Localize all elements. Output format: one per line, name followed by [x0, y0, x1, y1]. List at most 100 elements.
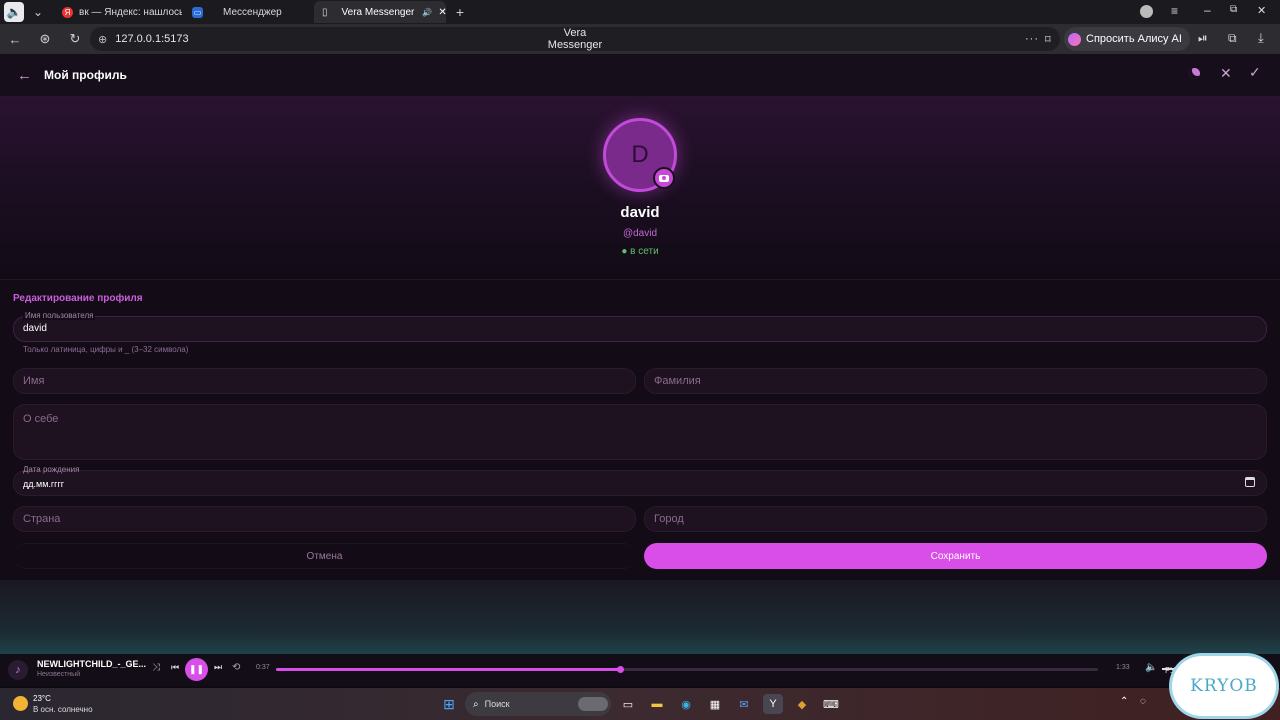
username-value: david [23, 323, 47, 334]
tray-chevron-icon[interactable]: ⌃ [1120, 696, 1128, 707]
cancel-label: Отмена [306, 550, 343, 562]
last-name-field[interactable]: Фамилия [644, 368, 1267, 394]
section-title: Редактирование профиля [13, 293, 143, 304]
search-icon: ⌕ [473, 698, 479, 710]
start-icon[interactable]: ⊞ [439, 694, 459, 714]
store-icon[interactable]: ▦ [705, 694, 725, 714]
tabs-dropdown-icon[interactable]: ⌄ [28, 2, 48, 22]
background-gradient [0, 580, 1280, 654]
alice-label: Спросить Алису AI [1086, 33, 1182, 45]
about-field[interactable]: О себе [13, 404, 1267, 460]
shuffle-icon[interactable]: ⤨ [152, 662, 160, 673]
pause-button[interactable]: ❚❚ [185, 658, 208, 681]
new-tab-icon[interactable]: + [450, 2, 470, 22]
page-title: Vera Messenger [547, 27, 603, 51]
online-status: ● в сети [621, 246, 659, 257]
previous-icon[interactable]: ⏮ [171, 662, 179, 673]
tab-messenger[interactable]: ▭ Мессенджер [184, 1, 312, 23]
window-close-icon[interactable]: ✕ [1257, 4, 1266, 17]
yandex-protect-icon[interactable]: ⊛ [33, 27, 57, 51]
reload-icon[interactable]: ↻ [63, 27, 87, 51]
display-name: david [620, 204, 660, 221]
cancel-button[interactable]: Отмена [13, 543, 636, 569]
save-button[interactable]: Сохранить [644, 543, 1267, 569]
sound-icon[interactable]: 🔈 [4, 2, 24, 22]
save-label: Сохранить [930, 550, 981, 562]
site-info-icon[interactable]: ⊕ [98, 33, 107, 46]
current-time: 0:37 [256, 664, 270, 671]
progress-thumb[interactable] [617, 666, 625, 673]
more-icon[interactable]: ··· [1025, 33, 1039, 45]
search-label: Поиск [484, 699, 510, 709]
birthdate-label: Дата рождения [23, 465, 80, 474]
weather-icon[interactable] [13, 696, 28, 711]
tab-audio-icon[interactable]: 🔊 [422, 8, 432, 17]
network-icon[interactable]: ◌ [1140, 696, 1146, 707]
username-handle: @david [622, 228, 658, 239]
username-hint: Только латиница, цифры и _ (3–32 символа… [23, 345, 189, 354]
media-control-icon[interactable]: ⏯ [1198, 31, 1208, 46]
track-artist: Неизвестный [37, 671, 81, 678]
profile-avatar-icon[interactable] [1140, 5, 1153, 18]
tab-label: Мессенджер [223, 6, 282, 18]
tab-label: вк — Яндекс: нашлось 10 [79, 6, 182, 18]
windows-taskbar: 23°C В осн. солнечно ⊞ ⌕ Поиск ▭ ▬ ◉ ▦ ✉… [0, 666, 1280, 720]
volume-icon[interactable]: 🔈 [1145, 662, 1157, 673]
confirm-check-icon[interactable]: ✓ [1249, 64, 1261, 81]
messenger-favicon-icon: ▭ [192, 6, 203, 18]
birthdate-value: дд.мм.гггг [23, 479, 65, 489]
calendar-icon[interactable] [1245, 477, 1255, 487]
first-name-field[interactable]: Имя [13, 368, 636, 394]
download-icon[interactable]: ⤓ [1258, 30, 1264, 46]
tab-vera-messenger[interactable]: ▯ Vera Messenger 🔊 ✕ [314, 1, 446, 23]
palette-icon[interactable] [1187, 66, 1202, 81]
music-player: ♪ NEWLIGHTCHILD_-_GE... Неизвестный ⤨ ⏮ … [0, 654, 1280, 686]
alice-button[interactable]: Спросить Алису AI [1064, 27, 1190, 51]
birthdate-field[interactable]: Дата рождения дд.мм.гггг [13, 465, 1267, 496]
browser-tab-bar: 🔈 ⌄ Я вк — Яндекс: нашлось 10 ▭ Мессендж… [0, 0, 1280, 24]
back-arrow-icon[interactable]: ← [17, 67, 32, 84]
terminal-icon[interactable]: ⌨ [821, 694, 841, 714]
progress-fill [276, 666, 625, 673]
repeat-icon[interactable]: ⟲ [232, 662, 240, 673]
taskbar-search[interactable]: ⌕ Поиск [465, 692, 611, 716]
last-name-placeholder: Фамилия [654, 375, 701, 387]
tab-label: Vera Messenger [341, 6, 415, 18]
change-photo-button[interactable] [653, 167, 675, 189]
tab-close-icon[interactable]: ✕ [438, 7, 446, 18]
bookmark-icon[interactable]: ⌑ [1045, 33, 1051, 46]
profile-hero: D david @david ● в сети [0, 96, 1280, 280]
country-placeholder: Страна [23, 513, 61, 525]
watermark-text: KRYOB [1190, 676, 1258, 696]
avatar-letter: D [631, 141, 649, 168]
close-icon[interactable]: ✕ [1220, 65, 1232, 82]
back-icon[interactable]: ← [3, 27, 27, 51]
collections-icon[interactable]: ⧉ [1228, 31, 1237, 46]
page-title: Мой профиль [44, 68, 127, 82]
first-name-placeholder: Имя [23, 375, 45, 387]
tab-yandex-search[interactable]: Я вк — Яндекс: нашлось 10 [54, 1, 182, 23]
url-field[interactable]: ⊕ 127.0.0.1:5173 Vera Messenger ··· ⌑ [90, 27, 1060, 51]
search-highlight-icon [578, 697, 608, 711]
username-label: Имя пользователя [23, 311, 96, 320]
menu-icon[interactable]: ≡ [1171, 4, 1178, 18]
restore-icon[interactable]: ⧉ [1230, 4, 1237, 15]
music-note-icon: ♪ [8, 660, 28, 680]
app-icon[interactable]: ◆ [792, 694, 812, 714]
edge-icon[interactable]: ◉ [676, 694, 696, 714]
duration: 1:33 [1116, 664, 1130, 671]
file-explorer-icon[interactable]: ▬ [647, 694, 667, 714]
next-icon[interactable]: ⏭ [214, 662, 222, 673]
edit-profile-form: Редактирование профиля Имя пользователя … [0, 280, 1280, 580]
yandex-browser-icon[interactable]: Y [763, 694, 783, 714]
watermark-logo: KRYOB [1172, 656, 1276, 716]
username-field[interactable]: Имя пользователя david [13, 311, 1267, 342]
city-field[interactable]: Город [644, 506, 1267, 532]
task-view-icon[interactable]: ▭ [618, 694, 638, 714]
mail-icon[interactable]: ✉ [734, 694, 754, 714]
alice-icon [1068, 32, 1081, 46]
country-field[interactable]: Страна [13, 506, 636, 532]
yandex-favicon-icon: Я [62, 6, 73, 18]
progress-track[interactable] [276, 666, 1098, 673]
minimize-icon[interactable]: – [1204, 3, 1211, 17]
